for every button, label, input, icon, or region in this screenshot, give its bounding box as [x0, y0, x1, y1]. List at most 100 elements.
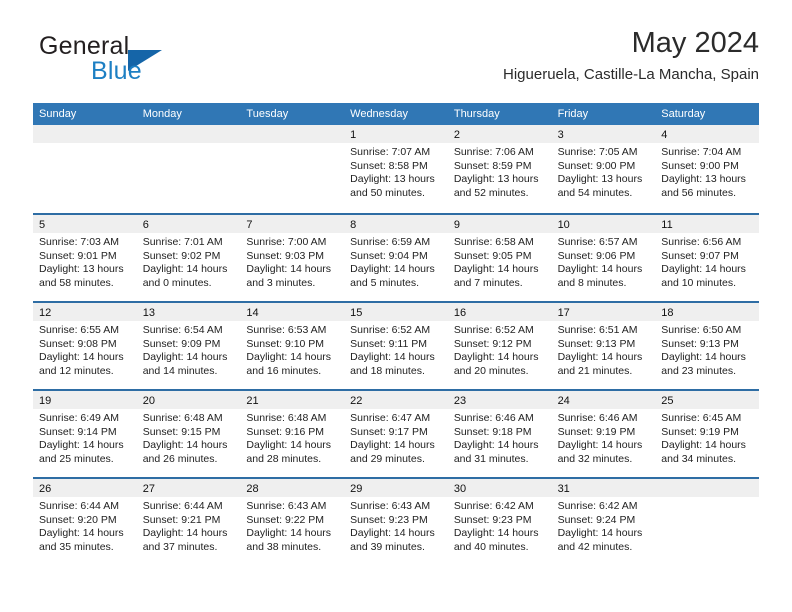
day-cell[interactable]: 19 Sunrise: 6:49 AM Sunset: 9:14 PM Dayligh…	[33, 391, 137, 477]
day-number-band: 13	[136, 303, 241, 321]
day-number: 27	[142, 483, 155, 495]
day-cell[interactable]: 16 Sunrise: 6:52 AM Sunset: 9:12 PM Dayligh…	[447, 303, 552, 389]
day-cell[interactable]: 21 Sunrise: 6:48 AM Sunset: 9:16 PM Dayligh…	[240, 391, 345, 477]
daylight-text: Daylight: 14 hours and 16 minutes.	[246, 351, 332, 377]
day-number-band	[240, 125, 345, 143]
sunset-text: Sunset: 9:09 PM	[142, 337, 221, 350]
day-number-band: 23	[447, 391, 552, 409]
daylight-text: Daylight: 13 hours and 54 minutes.	[557, 173, 643, 199]
sunset-text: Sunset: 9:13 PM	[661, 337, 739, 350]
day-cell[interactable]: 12 Sunrise: 6:55 AM Sunset: 9:08 PM Dayligh…	[33, 303, 137, 389]
day-number: 10	[557, 219, 570, 231]
day-sun-info: Sunrise: 6:50 AM Sunset: 9:13 PM Daylight:…	[655, 321, 759, 378]
day-cell[interactable]: 20 Sunrise: 6:48 AM Sunset: 9:15 PM Dayligh…	[136, 391, 241, 477]
day-cell[interactable]: 25 Sunrise: 6:45 AM Sunset: 9:19 PM Dayligh…	[655, 391, 759, 477]
day-cell[interactable]: 26 Sunrise: 6:44 AM Sunset: 9:20 PM Dayligh…	[33, 479, 137, 565]
sunrise-text: Sunrise: 6:54 AM	[142, 324, 223, 336]
sunrise-text: Sunrise: 6:42 AM	[557, 500, 638, 512]
day-number-band	[33, 125, 137, 143]
day-cell[interactable]: 31 Sunrise: 6:42 AM Sunset: 9:24 PM Dayligh…	[551, 479, 656, 565]
day-sun-info: Sunrise: 6:58 AM Sunset: 9:05 PM Daylight:…	[448, 233, 552, 290]
daylight-text: Daylight: 14 hours and 5 minutes.	[350, 263, 435, 289]
day-number: 26	[39, 483, 52, 495]
day-number: 17	[557, 307, 570, 319]
sunrise-text: Sunrise: 6:56 AM	[661, 236, 742, 248]
sunset-text: Sunset: 9:16 PM	[246, 425, 325, 438]
day-sun-info: Sunrise: 6:42 AM Sunset: 9:23 PM Daylight:…	[448, 497, 552, 554]
day-cell[interactable]: 4 Sunrise: 7:04 AM Sunset: 9:00 PM Daylight…	[655, 125, 759, 213]
day-number-band: 16	[447, 303, 552, 321]
day-cell[interactable]: 27 Sunrise: 6:44 AM Sunset: 9:21 PM Dayligh…	[136, 479, 241, 565]
day-number: 4	[661, 129, 668, 141]
generalblue-logo[interactable]: General Blue	[33, 32, 273, 90]
day-sun-info: Sunrise: 6:42 AM Sunset: 9:24 PM Daylight:…	[552, 497, 656, 554]
day-number: 30	[453, 483, 467, 495]
day-cell[interactable]: 17 Sunrise: 6:51 AM Sunset: 9:13 PM Dayligh…	[551, 303, 656, 389]
day-cell[interactable]: 24 Sunrise: 6:46 AM Sunset: 9:19 PM Dayligh…	[551, 391, 656, 477]
day-cell[interactable]: 29 Sunrise: 6:43 AM Sunset: 9:23 PM Dayligh…	[344, 479, 448, 565]
sunrise-text: Sunrise: 6:55 AM	[39, 324, 119, 336]
sunrise-text: Sunrise: 7:04 AM	[661, 146, 742, 158]
day-cell[interactable]: 15 Sunrise: 6:52 AM Sunset: 9:11 PM Dayligh…	[344, 303, 448, 389]
day-number-band: 20	[136, 391, 241, 409]
sunset-text: Sunset: 9:18 PM	[453, 425, 532, 438]
day-cell[interactable]: 10 Sunrise: 6:57 AM Sunset: 9:06 PM Dayligh…	[551, 215, 656, 301]
sunrise-text: Sunrise: 6:44 AM	[39, 500, 119, 512]
day-number-band	[136, 125, 241, 143]
day-number: 6	[142, 219, 149, 231]
day-cell[interactable]: 28 Sunrise: 6:43 AM Sunset: 9:22 PM Dayligh…	[240, 479, 345, 565]
day-number-band: 6	[136, 215, 241, 233]
day-number-band: 18	[655, 303, 759, 321]
day-cell[interactable]: 3 Sunrise: 7:05 AM Sunset: 9:00 PM Daylight…	[551, 125, 656, 213]
day-number: 19	[39, 395, 52, 407]
day-cell-empty	[240, 125, 345, 213]
calendar-weeks: 1 Sunrise: 7:07 AM Sunset: 8:58 PM Daylight…	[33, 125, 759, 565]
day-number-band: 19	[33, 391, 137, 409]
day-number: 14	[246, 307, 259, 319]
day-number: 12	[39, 307, 52, 319]
day-number-band: 25	[655, 391, 759, 409]
day-sun-info: Sunrise: 6:46 AM Sunset: 9:18 PM Daylight:…	[448, 409, 552, 466]
day-number-band: 10	[551, 215, 656, 233]
sunset-text: Sunset: 9:10 PM	[246, 337, 325, 350]
day-number-band: 17	[551, 303, 656, 321]
day-number: 2	[453, 129, 460, 141]
day-cell[interactable]: 9 Sunrise: 6:58 AM Sunset: 9:05 PM Daylight…	[447, 215, 552, 301]
sunset-text: Sunset: 9:00 PM	[661, 159, 739, 172]
day-cell[interactable]: 14 Sunrise: 6:53 AM Sunset: 9:10 PM Dayligh…	[240, 303, 345, 389]
day-number: 9	[453, 219, 460, 231]
sunset-text: Sunset: 9:04 PM	[350, 249, 428, 262]
day-number: 29	[350, 483, 363, 495]
day-cell[interactable]: 11 Sunrise: 6:56 AM Sunset: 9:07 PM Dayligh…	[655, 215, 759, 301]
sunset-text: Sunset: 9:14 PM	[39, 425, 117, 438]
day-number: 28	[246, 483, 259, 495]
daylight-text: Daylight: 13 hours and 58 minutes.	[39, 263, 124, 289]
day-cell[interactable]: 8 Sunrise: 6:59 AM Sunset: 9:04 PM Daylight…	[344, 215, 448, 301]
sunrise-text: Sunrise: 6:53 AM	[246, 324, 327, 336]
sunrise-text: Sunrise: 7:00 AM	[246, 236, 327, 248]
calendar-week-row: 5 Sunrise: 7:03 AM Sunset: 9:01 PM Daylight…	[33, 213, 759, 301]
sunrise-text: Sunrise: 6:45 AM	[661, 412, 742, 424]
day-number-band: 4	[655, 125, 759, 143]
day-cell[interactable]: 1 Sunrise: 7:07 AM Sunset: 8:58 PM Daylight…	[344, 125, 448, 213]
daylight-text: Daylight: 14 hours and 12 minutes.	[39, 351, 124, 377]
day-cell[interactable]: 7 Sunrise: 7:00 AM Sunset: 9:03 PM Daylight…	[240, 215, 345, 301]
sunset-text: Sunset: 8:58 PM	[350, 159, 428, 172]
day-cell[interactable]: 5 Sunrise: 7:03 AM Sunset: 9:01 PM Daylight…	[33, 215, 137, 301]
daylight-text: Daylight: 14 hours and 18 minutes.	[350, 351, 435, 377]
sunset-text: Sunset: 8:59 PM	[453, 159, 532, 172]
day-cell[interactable]: 13 Sunrise: 6:54 AM Sunset: 9:09 PM Dayligh…	[136, 303, 241, 389]
sunset-text: Sunset: 9:20 PM	[39, 513, 117, 526]
day-cell[interactable]: 23 Sunrise: 6:46 AM Sunset: 9:18 PM Dayligh…	[447, 391, 552, 477]
day-number-band: 9	[447, 215, 552, 233]
daylight-text: Daylight: 14 hours and 37 minutes.	[142, 527, 228, 553]
day-cell[interactable]: 6 Sunrise: 7:01 AM Sunset: 9:02 PM Daylight…	[136, 215, 241, 301]
day-sun-info: Sunrise: 6:45 AM Sunset: 9:19 PM Daylight:…	[655, 409, 759, 466]
day-number-band: 30	[447, 479, 552, 497]
day-cell[interactable]: 18 Sunrise: 6:50 AM Sunset: 9:13 PM Dayligh…	[655, 303, 759, 389]
day-number-band: 31	[551, 479, 656, 497]
day-cell[interactable]: 22 Sunrise: 6:47 AM Sunset: 9:17 PM Dayligh…	[344, 391, 448, 477]
day-cell[interactable]: 30 Sunrise: 6:42 AM Sunset: 9:23 PM Dayligh…	[447, 479, 552, 565]
day-cell[interactable]: 2 Sunrise: 7:06 AM Sunset: 8:59 PM Daylight…	[447, 125, 552, 213]
day-sun-info: Sunrise: 7:01 AM Sunset: 9:02 PM Daylight:…	[137, 233, 241, 290]
